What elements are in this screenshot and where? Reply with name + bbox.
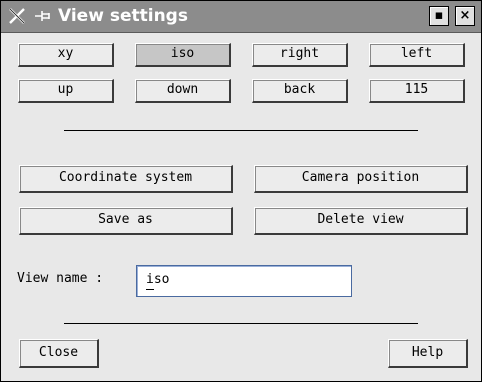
view-button-up[interactable]: up	[18, 79, 114, 103]
view-button-back[interactable]: back	[252, 79, 348, 103]
close-button[interactable]: Close	[19, 339, 99, 368]
coordinate-system-button[interactable]: Coordinate system	[19, 165, 233, 193]
title-bar[interactable]: View settings ▪ ×	[1, 1, 481, 33]
separator-top	[64, 130, 418, 131]
pin-icon[interactable]	[33, 7, 51, 25]
view-settings-window: View settings ▪ × xy iso right left up d…	[0, 0, 482, 382]
window-title: View settings	[58, 6, 188, 26]
view-name-label: View name :	[17, 271, 104, 286]
x-logo-icon[interactable]	[8, 7, 26, 25]
view-button-left[interactable]: left	[369, 43, 465, 67]
minimize-button[interactable]: ▪	[429, 6, 449, 26]
view-button-xy[interactable]: xy	[18, 43, 114, 67]
camera-position-button[interactable]: Camera position	[254, 165, 468, 193]
view-button-iso[interactable]: iso	[135, 43, 231, 67]
view-name-input[interactable]: iso	[136, 265, 352, 297]
text-cursor	[146, 289, 154, 290]
close-window-button[interactable]: ×	[455, 6, 475, 26]
delete-view-button[interactable]: Delete view	[254, 207, 468, 235]
minimize-icon: ▪	[434, 8, 444, 23]
view-button-down[interactable]: down	[135, 79, 231, 103]
view-name-value: iso	[146, 272, 170, 287]
view-button-right[interactable]: right	[252, 43, 348, 67]
help-button[interactable]: Help	[388, 339, 468, 368]
separator-bottom	[64, 323, 418, 324]
close-icon: ×	[459, 8, 471, 23]
view-button-115[interactable]: 115	[369, 79, 465, 103]
save-as-button[interactable]: Save as	[19, 207, 233, 235]
